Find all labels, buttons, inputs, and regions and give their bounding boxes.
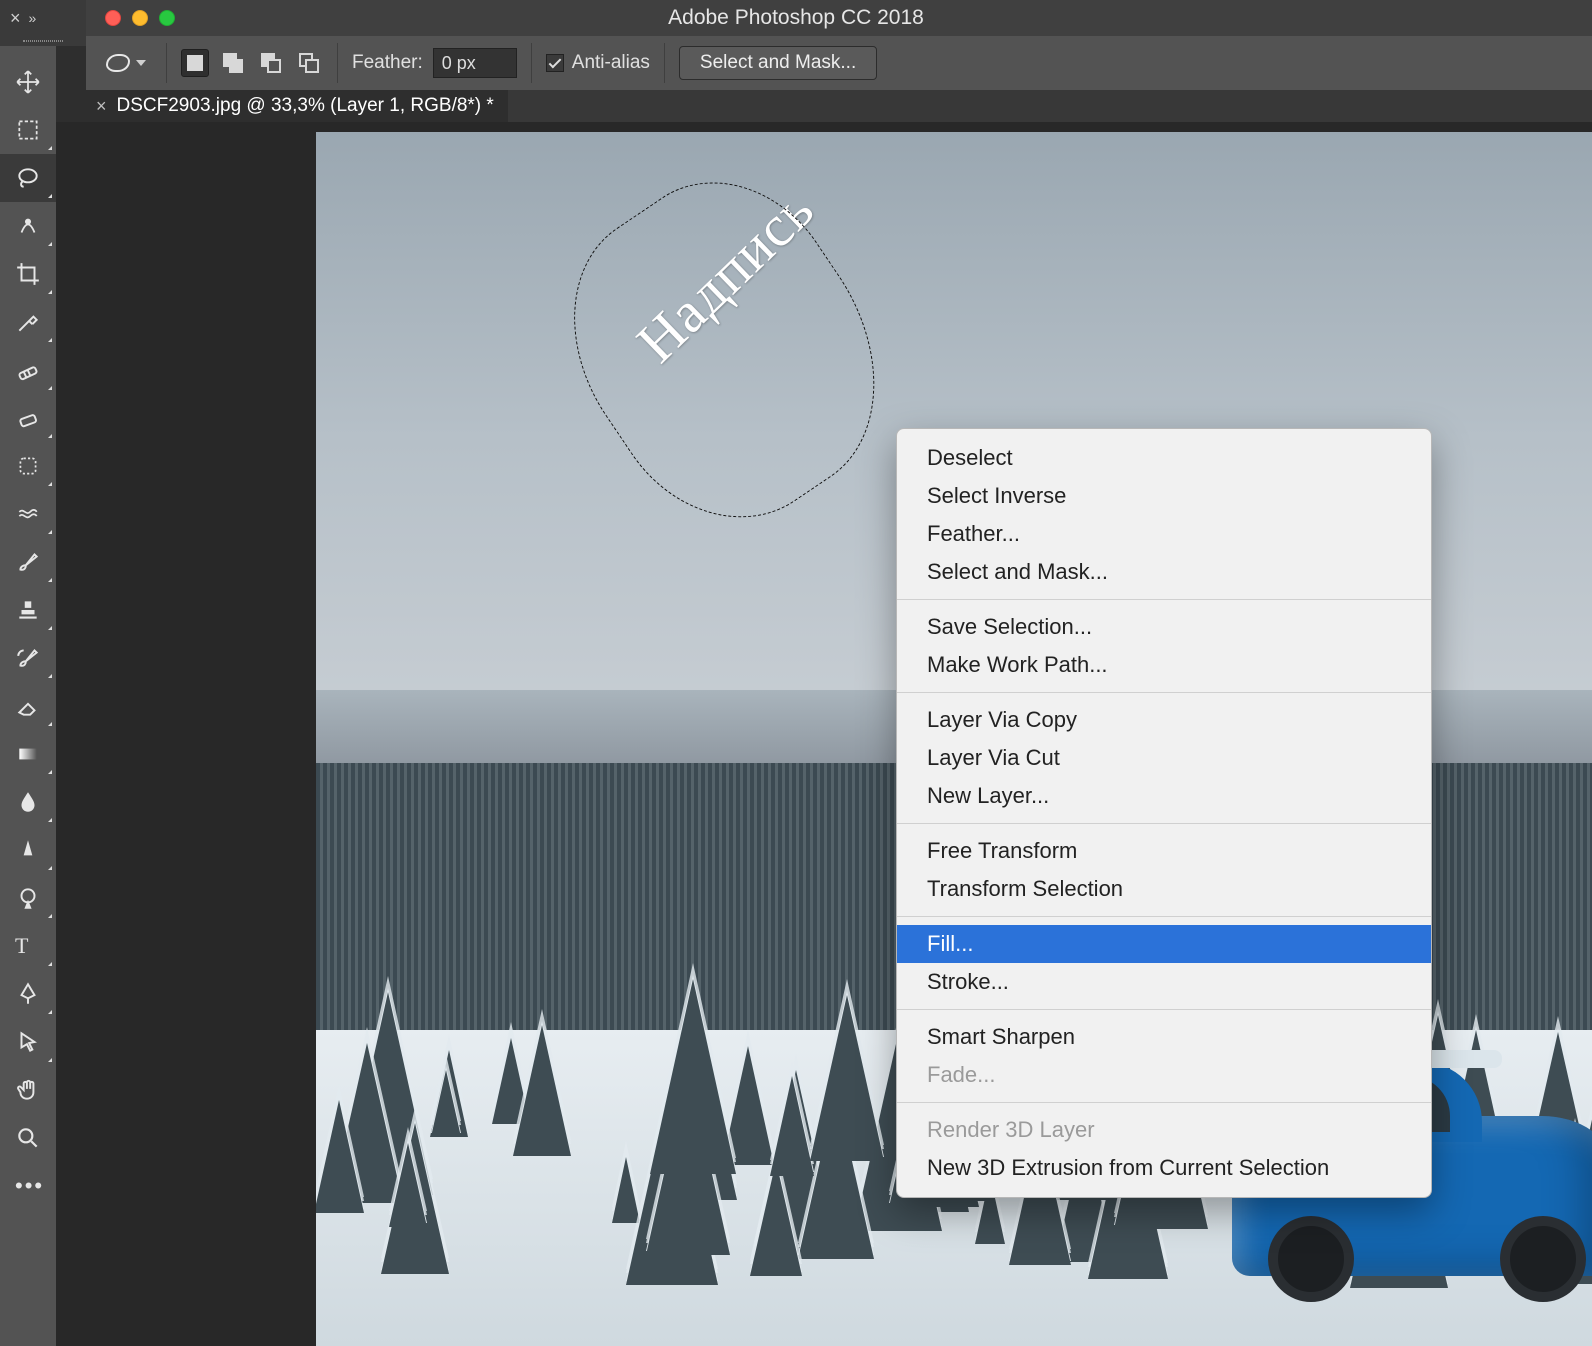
document-tab[interactable]: × DSCF2903.jpg @ 33,3% (Layer 1, RGB/8*)… <box>86 90 508 122</box>
marquee-tool[interactable] <box>0 106 56 154</box>
menu-item[interactable]: Deselect <box>897 439 1431 477</box>
window-zoom-icon[interactable] <box>159 10 175 26</box>
menu-item[interactable]: Select and Mask... <box>897 553 1431 591</box>
separator <box>664 43 665 83</box>
history-brush-tool[interactable] <box>0 634 56 682</box>
menu-item[interactable]: Stroke... <box>897 963 1431 1001</box>
healing-brush-tool[interactable] <box>0 346 56 394</box>
type-tool[interactable]: T <box>0 922 56 970</box>
menu-item[interactable]: Fill... <box>897 925 1431 963</box>
window-close-icon[interactable] <box>105 10 121 26</box>
eraser2-tool[interactable] <box>0 394 56 442</box>
menu-item[interactable]: Select Inverse <box>897 477 1431 515</box>
window-controls <box>105 10 175 26</box>
panel-grip[interactable] <box>0 36 86 46</box>
eraser-tool[interactable] <box>0 682 56 730</box>
document-tab-label: DSCF2903.jpg @ 33,3% (Layer 1, RGB/8*) * <box>117 95 494 117</box>
feather-group: Feather: <box>352 48 517 78</box>
selection-mode-group <box>181 49 323 77</box>
menu-separator <box>897 692 1431 693</box>
eyedropper-tool[interactable] <box>0 298 56 346</box>
menu-item[interactable]: New 3D Extrusion from Current Selection <box>897 1149 1431 1187</box>
menu-item[interactable]: New Layer... <box>897 777 1431 815</box>
path-select-tool[interactable] <box>0 1018 56 1066</box>
workspace: Надпись DeselectSelect InverseFeather...… <box>56 122 1592 1346</box>
tool-preset-picker[interactable] <box>100 50 152 76</box>
document-tab-bar: × DSCF2903.jpg @ 33,3% (Layer 1, RGB/8*)… <box>86 90 1592 122</box>
menu-item[interactable]: Feather... <box>897 515 1431 553</box>
selection-add-button[interactable] <box>219 49 247 77</box>
menu-separator <box>897 1009 1431 1010</box>
menu-item[interactable]: Make Work Path... <box>897 646 1431 684</box>
title-bar: Adobe Photoshop CC 2018 <box>0 0 1592 36</box>
dodge-tool[interactable] <box>0 826 56 874</box>
stamp-tool[interactable] <box>0 586 56 634</box>
menu-separator <box>897 599 1431 600</box>
zoom-tool[interactable] <box>0 1114 56 1162</box>
antialias-checkbox[interactable]: Anti-alias <box>546 52 650 74</box>
feather-input[interactable] <box>433 48 517 78</box>
menu-item[interactable]: Free Transform <box>897 832 1431 870</box>
close-tab-icon[interactable]: × <box>96 96 107 117</box>
panel-close-icon[interactable]: × <box>10 8 21 29</box>
menu-separator <box>897 823 1431 824</box>
menu-item: Fade... <box>897 1056 1431 1094</box>
options-bar: Feather: Anti-alias Select and Mask... <box>86 36 1592 90</box>
pen-tool[interactable] <box>0 970 56 1018</box>
selection-subtract-button[interactable] <box>257 49 285 77</box>
more-tool[interactable]: ••• <box>0 1162 56 1210</box>
brush-tool[interactable] <box>0 538 56 586</box>
menu-item[interactable]: Layer Via Cut <box>897 739 1431 777</box>
move-tool[interactable] <box>0 58 56 106</box>
tool-palette: T ••• <box>0 46 56 1346</box>
window-minimize-icon[interactable] <box>132 10 148 26</box>
selection-new-button[interactable] <box>181 49 209 77</box>
checkbox-icon <box>546 54 564 72</box>
panel-tab: × » <box>0 0 86 36</box>
select-and-mask-button[interactable]: Select and Mask... <box>679 46 877 80</box>
chevron-down-icon <box>136 60 146 66</box>
crop-tool[interactable] <box>0 250 56 298</box>
menu-item[interactable]: Transform Selection <box>897 870 1431 908</box>
menu-separator <box>897 916 1431 917</box>
menu-item[interactable]: Save Selection... <box>897 608 1431 646</box>
menu-item[interactable]: Layer Via Copy <box>897 701 1431 739</box>
separator <box>337 43 338 83</box>
separator <box>531 43 532 83</box>
menu-separator <box>897 1102 1431 1103</box>
gradient-tool[interactable] <box>0 730 56 778</box>
app-title: Adobe Photoshop CC 2018 <box>0 6 1592 30</box>
panel-expand-icon[interactable]: » <box>29 10 37 26</box>
selection-intersect-button[interactable] <box>295 49 323 77</box>
separator <box>166 43 167 83</box>
feather-label: Feather: <box>352 52 423 74</box>
blur-tool[interactable] <box>0 778 56 826</box>
hand-tool[interactable] <box>0 1066 56 1114</box>
patch-tool[interactable] <box>0 442 56 490</box>
lasso-tool[interactable] <box>0 154 56 202</box>
menu-item: Render 3D Layer <box>897 1111 1431 1149</box>
antialias-label: Anti-alias <box>572 52 650 74</box>
content-aware-tool[interactable] <box>0 490 56 538</box>
menu-item[interactable]: Smart Sharpen <box>897 1018 1431 1056</box>
pen-alt-tool[interactable] <box>0 874 56 922</box>
quick-select-tool[interactable] <box>0 202 56 250</box>
context-menu: DeselectSelect InverseFeather...Select a… <box>896 428 1432 1198</box>
document-canvas[interactable]: Надпись DeselectSelect InverseFeather...… <box>316 132 1592 1346</box>
lasso-icon <box>106 54 130 72</box>
